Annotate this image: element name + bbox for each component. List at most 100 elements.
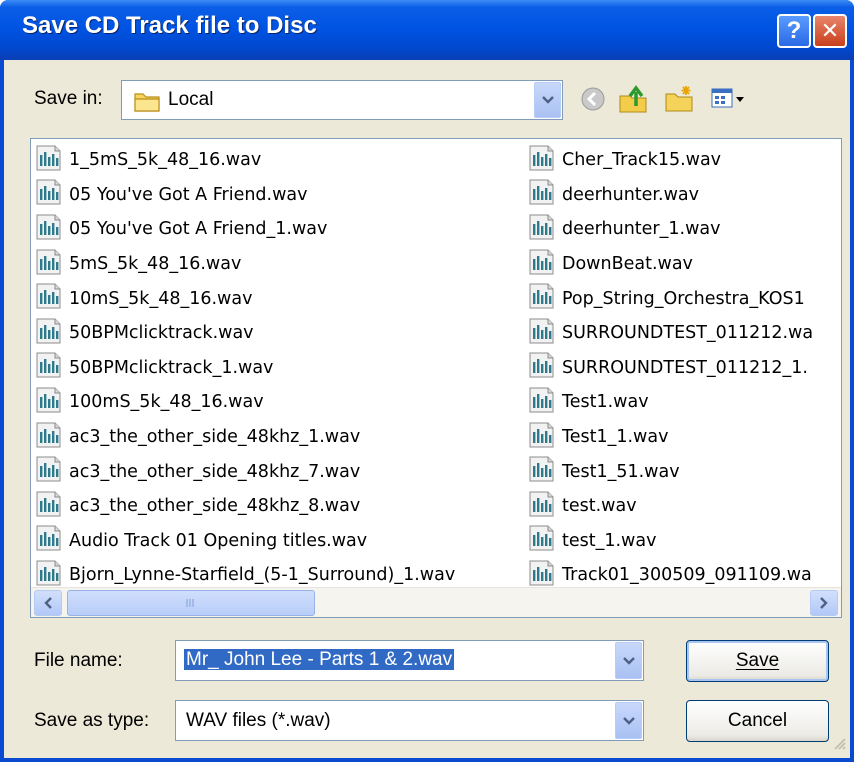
resize-grip-icon[interactable]	[831, 735, 847, 755]
file-item[interactable]: Test1_51.wav	[528, 454, 841, 489]
file-name-text: SURROUNDTEST_011212.wa	[562, 323, 814, 344]
save-as-type-value: WAV files (*.wav)	[186, 710, 331, 731]
audio-file-icon	[35, 490, 67, 523]
audio-file-icon	[528, 213, 560, 246]
file-item[interactable]: 5mS_5k_48_16.wav	[35, 247, 525, 282]
back-icon[interactable]	[578, 84, 608, 118]
audio-file-icon	[528, 351, 560, 384]
file-name-text: DownBeat.wav	[562, 254, 693, 275]
file-item[interactable]: 1_5mS_5k_48_16.wav	[35, 143, 525, 178]
file-name-text: Audio Track 01 Opening titles.wav	[69, 530, 368, 551]
cancel-button[interactable]: Cancel	[686, 700, 829, 742]
file-name-text: test.wav	[562, 496, 637, 517]
file-item[interactable]: 100mS_5k_48_16.wav	[35, 385, 525, 420]
audio-file-icon	[528, 248, 560, 281]
file-name-text: deerhunter_1.wav	[562, 219, 721, 240]
save-as-type-label: Save as type:	[34, 710, 150, 731]
file-name-text: Test1_51.wav	[562, 461, 680, 482]
file-item[interactable]: 10mS_5k_48_16.wav	[35, 281, 525, 316]
audio-file-icon	[35, 178, 67, 211]
file-item[interactable]: Pop_String_Orchestra_KOS1	[528, 281, 841, 316]
chevron-left-icon	[44, 597, 52, 609]
file-item[interactable]: SURROUNDTEST_011212.wa	[528, 316, 841, 351]
file-name-text: Bjorn_Lynne-Starfield_(5-1_Surround)_1.w…	[69, 565, 456, 586]
audio-file-icon	[528, 386, 560, 419]
file-name-text: SURROUNDTEST_011212_1.	[562, 357, 808, 378]
audio-file-icon	[35, 351, 67, 384]
chevron-down-icon	[622, 716, 635, 725]
save-in-value: Local	[168, 89, 214, 110]
audio-file-icon	[528, 144, 560, 177]
file-item[interactable]: SURROUNDTEST_011212_1.	[528, 351, 841, 386]
file-item[interactable]: Audio Track 01 Opening titles.wav	[35, 524, 525, 559]
file-column-1: 1_5mS_5k_48_16.wav 05 You've Got A Friend…	[35, 143, 525, 593]
title-bar[interactable]: Save CD Track file to Disc ? ✕	[0, 0, 854, 60]
file-name-label: File name:	[34, 650, 123, 671]
save-as-type-dropdown[interactable]: WAV files (*.wav)	[175, 700, 644, 741]
file-name-text: Test1.wav	[562, 392, 649, 413]
file-name-text: deerhunter.wav	[562, 184, 699, 205]
save-as-type-dropdown-button[interactable]	[615, 702, 642, 739]
audio-file-icon	[35, 317, 67, 350]
chevron-down-icon	[541, 96, 554, 104]
file-item[interactable]: DownBeat.wav	[528, 247, 841, 282]
cancel-button-label: Cancel	[727, 710, 788, 731]
horizontal-scrollbar[interactable]	[31, 587, 841, 617]
file-name-text: 50BPMclicktrack.wav	[69, 323, 254, 344]
file-item[interactable]: ac3_the_other_side_48khz_7.wav	[35, 454, 525, 489]
audio-file-icon	[35, 455, 67, 488]
audio-file-icon	[528, 421, 560, 454]
file-name-text: 05 You've Got A Friend.wav	[69, 184, 308, 205]
chevron-right-icon	[820, 597, 828, 609]
file-name-combobox[interactable]: Mr_ John Lee - Parts 1 & 2.wav	[175, 640, 644, 681]
scroll-left-button[interactable]	[34, 590, 62, 616]
save-button-label: Save	[735, 650, 780, 671]
grip-icon	[186, 599, 194, 607]
up-folder-icon[interactable]	[618, 84, 650, 118]
file-name-text: 1_5mS_5k_48_16.wav	[69, 150, 262, 171]
file-name-text: ac3_the_other_side_48khz_1.wav	[69, 427, 361, 448]
audio-file-icon	[35, 386, 67, 419]
file-item[interactable]: ac3_the_other_side_48khz_8.wav	[35, 489, 525, 524]
file-name-dropdown-button[interactable]	[615, 642, 642, 679]
audio-file-icon	[528, 524, 560, 557]
file-item[interactable]: 05 You've Got A Friend.wav	[35, 178, 525, 213]
audio-file-icon	[528, 455, 560, 488]
file-item[interactable]: Test1_1.wav	[528, 420, 841, 455]
audio-file-icon	[35, 282, 67, 315]
file-name-text: Cher_Track15.wav	[562, 150, 722, 171]
file-name-text: test_1.wav	[562, 530, 657, 551]
audio-file-icon	[528, 282, 560, 315]
view-menu-icon[interactable]	[710, 84, 746, 118]
file-item[interactable]: ac3_the_other_side_48khz_1.wav	[35, 420, 525, 455]
file-name-text: ac3_the_other_side_48khz_8.wav	[69, 496, 361, 517]
new-folder-icon[interactable]	[664, 84, 696, 118]
save-button[interactable]: Save	[686, 640, 829, 682]
file-item[interactable]: deerhunter.wav	[528, 178, 841, 213]
save-in-dropdown-button[interactable]	[534, 82, 561, 118]
close-button[interactable]: ✕	[813, 14, 847, 48]
scroll-right-button[interactable]	[810, 590, 838, 616]
file-item[interactable]: test_1.wav	[528, 524, 841, 559]
file-item[interactable]: 50BPMclicktrack.wav	[35, 316, 525, 351]
file-item[interactable]: Test1.wav	[528, 385, 841, 420]
file-item[interactable]: 05 You've Got A Friend_1.wav	[35, 212, 525, 247]
file-item[interactable]: deerhunter_1.wav	[528, 212, 841, 247]
help-icon: ?	[786, 17, 802, 44]
file-name-text: Track01_300509_091109.wa	[562, 565, 812, 586]
file-item[interactable]: test.wav	[528, 489, 841, 524]
file-name-input[interactable]: Mr_ John Lee - Parts 1 & 2.wav	[184, 649, 455, 671]
audio-file-icon	[528, 178, 560, 211]
scrollbar-thumb[interactable]	[67, 590, 315, 616]
file-name-text: 5mS_5k_48_16.wav	[69, 254, 242, 275]
file-list[interactable]: 1_5mS_5k_48_16.wav 05 You've Got A Friend…	[30, 138, 842, 618]
audio-file-icon	[528, 490, 560, 523]
file-name-text: Pop_String_Orchestra_KOS1	[562, 288, 805, 309]
file-name-text: Test1_1.wav	[562, 427, 669, 448]
file-name-text: 50BPMclicktrack_1.wav	[69, 357, 274, 378]
file-item[interactable]: Cher_Track15.wav	[528, 143, 841, 178]
help-button[interactable]: ?	[777, 14, 811, 48]
audio-file-icon	[35, 248, 67, 281]
file-item[interactable]: 50BPMclicktrack_1.wav	[35, 351, 525, 386]
save-in-dropdown[interactable]: Local	[121, 80, 563, 120]
